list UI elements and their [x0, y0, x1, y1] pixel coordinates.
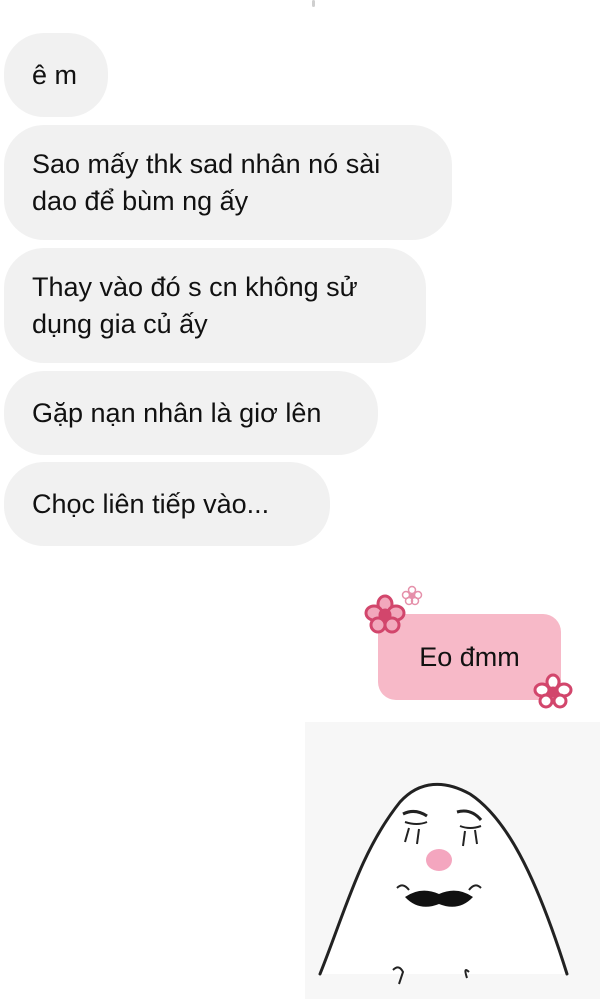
received-message-bubble[interactable]: ê m — [4, 33, 108, 117]
message-text: ê m — [32, 59, 78, 90]
top-indicator — [312, 0, 315, 7]
message-text: Thay vào đó s cn không sử dụng gia củ ấy — [32, 271, 358, 339]
message-text: Sao mấy thk sad nhân nó sài dao để bùm n… — [32, 148, 381, 216]
message-text: Eo đmm — [419, 641, 520, 672]
message-text: Chọc liên tiếp vào... — [32, 488, 270, 519]
received-message-bubble[interactable]: Chọc liên tiếp vào... — [4, 462, 330, 546]
small-flower-icon — [401, 585, 423, 606]
received-message-bubble[interactable]: Gặp nạn nhân là giơ lên — [4, 371, 378, 455]
crying-blob-sticker[interactable] — [305, 722, 600, 999]
received-message-bubble[interactable]: Sao mấy thk sad nhân nó sài dao để bùm n… — [4, 125, 452, 240]
received-message-bubble[interactable]: Thay vào đó s cn không sử dụng gia củ ấy — [4, 248, 426, 363]
message-text: Gặp nạn nhân là giơ lên — [32, 397, 322, 428]
flower-icon — [533, 673, 573, 709]
